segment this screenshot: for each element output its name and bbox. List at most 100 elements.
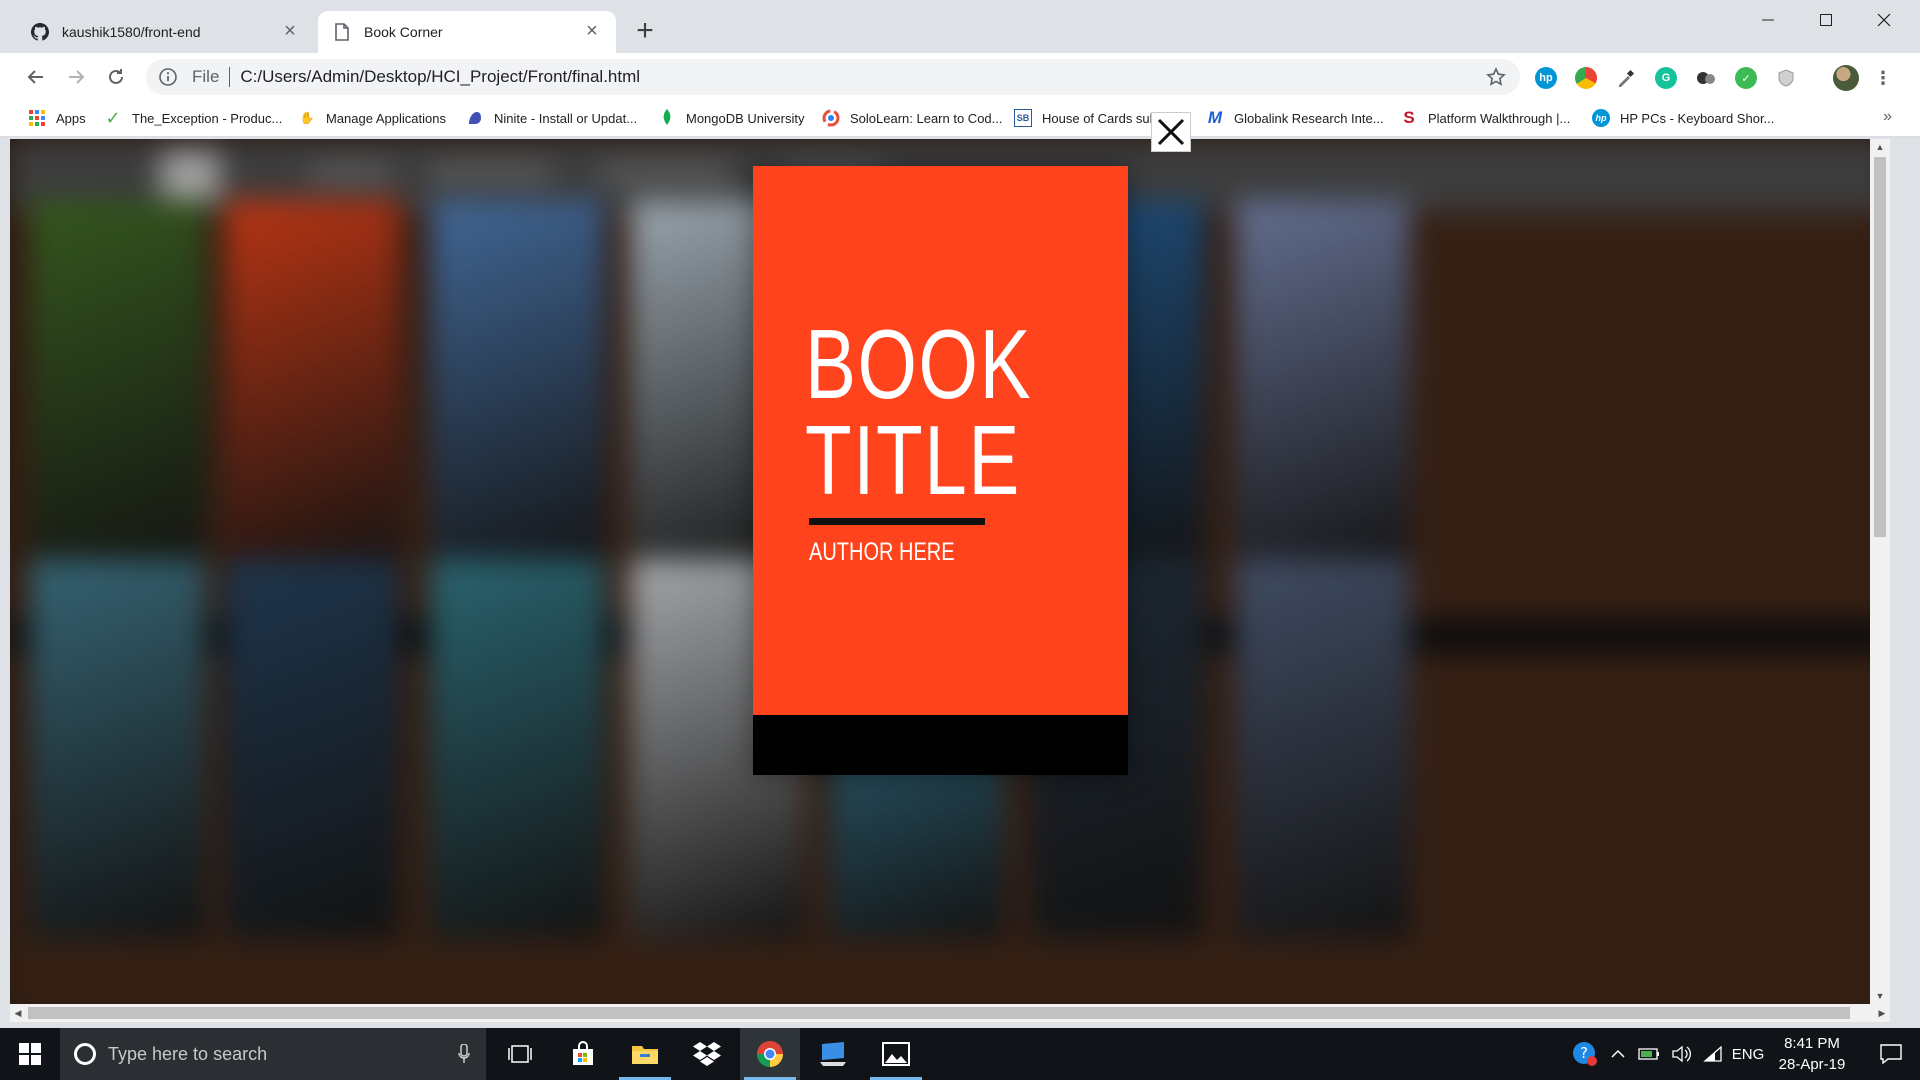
- windows-logo-icon: [19, 1043, 41, 1065]
- close-icon: [1157, 118, 1185, 146]
- scroll-left-arrow-icon[interactable]: ◀: [12, 1007, 24, 1019]
- bookmark-the-exception[interactable]: ✓ The_Exception - Produc...: [104, 107, 282, 129]
- windows-taskbar: Type here to search ? ENG 8:41 PM 28-Apr…: [0, 1028, 1920, 1080]
- bookmark-ninite[interactable]: Ninite - Install or Updat...: [466, 107, 637, 129]
- forward-button[interactable]: [60, 61, 92, 93]
- photos-icon: [882, 1042, 910, 1066]
- scrollbar-thumb[interactable]: [1874, 157, 1886, 537]
- show-hidden-icons-chevron-icon[interactable]: [1606, 1028, 1630, 1080]
- info-icon[interactable]: [158, 67, 178, 87]
- scroll-up-arrow-icon[interactable]: ▲: [1874, 141, 1886, 153]
- bookmark-mongodb[interactable]: MongoDB University: [658, 107, 805, 129]
- tab-strip: kaushik1580/front-end × Book Corner × +: [0, 0, 1920, 53]
- bookmark-manage-applications[interactable]: ✋ Manage Applications: [298, 107, 446, 129]
- bookmark-star-icon[interactable]: [1486, 67, 1506, 87]
- minimize-button[interactable]: [1740, 0, 1796, 40]
- hand-icon: ✋: [299, 111, 315, 125]
- book-title-underline: [809, 518, 985, 525]
- ninite-icon: [466, 109, 484, 127]
- wifi-icon[interactable]: [1698, 1028, 1728, 1080]
- hp-icon: hp: [1592, 109, 1610, 127]
- tab-book-corner[interactable]: Book Corner ×: [318, 11, 616, 53]
- sb-icon: SB: [1014, 109, 1032, 127]
- bookmark-globalink[interactable]: M Globalink Research Inte...: [1206, 107, 1384, 129]
- vertical-scrollbar[interactable]: ▲ ▼: [1870, 139, 1890, 1004]
- taskbar-store[interactable]: [553, 1028, 613, 1080]
- page-icon: [332, 22, 352, 42]
- notification-icon: [1880, 1044, 1902, 1064]
- browser-toolbar: File C:/Users/Admin/Desktop/HCI_Project/…: [0, 53, 1920, 100]
- taskbar-photos[interactable]: [866, 1028, 926, 1080]
- bookmark-apps[interactable]: Apps: [28, 107, 86, 129]
- bookmark-label: MongoDB University: [686, 110, 805, 126]
- cortana-icon: [74, 1043, 96, 1065]
- apps-grid-icon: [28, 109, 46, 127]
- url-text[interactable]: C:/Users/Admin/Desktop/HCI_Project/Front…: [240, 67, 640, 87]
- start-button[interactable]: [0, 1028, 60, 1080]
- shield-extension-icon[interactable]: [1775, 67, 1797, 89]
- leaf-icon: [658, 109, 676, 127]
- taskbar-file-explorer[interactable]: [615, 1028, 675, 1080]
- url-separator: [229, 67, 231, 87]
- bookmark-sololearn[interactable]: SoloLearn: Learn to Cod...: [822, 107, 1003, 129]
- m-icon: M: [1207, 108, 1223, 127]
- check-extension-icon[interactable]: ✓: [1735, 67, 1757, 89]
- checkmark-icon: ✓: [105, 107, 121, 128]
- scroll-down-arrow-icon[interactable]: ▼: [1874, 990, 1886, 1002]
- horizontal-scrollbar[interactable]: ◀ ▶: [10, 1004, 1890, 1022]
- tab-close-icon[interactable]: ×: [582, 21, 602, 42]
- maximize-button[interactable]: [1798, 0, 1854, 40]
- book-author: AUTHOR HERE: [809, 538, 955, 566]
- book-title-line: TITLE: [805, 405, 1021, 515]
- bookmarks-overflow-button[interactable]: »: [1883, 108, 1892, 126]
- modal-close-button[interactable]: [1151, 112, 1191, 152]
- taskbar-chrome[interactable]: [740, 1028, 800, 1080]
- back-button[interactable]: [20, 61, 52, 93]
- profile-avatar[interactable]: [1833, 65, 1859, 91]
- window-close-button[interactable]: [1856, 0, 1912, 40]
- taskbar-dropbox[interactable]: [677, 1028, 737, 1080]
- battery-icon[interactable]: [1634, 1028, 1664, 1080]
- file-explorer-icon: [632, 1046, 658, 1064]
- scroll-right-arrow-icon[interactable]: ▶: [1876, 1007, 1888, 1019]
- taskbar-remote-desktop[interactable]: [803, 1028, 863, 1080]
- book-title: BOOK TITLE: [805, 309, 1033, 515]
- browser-window: kaushik1580/front-end × Book Corner × +: [0, 0, 1920, 1028]
- language-indicator[interactable]: ENG: [1730, 1028, 1766, 1080]
- taskbar-clock[interactable]: 8:41 PM 28-Apr-19: [1770, 1033, 1854, 1075]
- clock-time: 8:41 PM: [1784, 1035, 1840, 1052]
- bookmark-hp-pcs[interactable]: hp HP PCs - Keyboard Shor...: [1592, 107, 1774, 129]
- github-icon: [30, 22, 50, 42]
- taskbar-search-box[interactable]: Type here to search: [60, 1028, 486, 1080]
- bookmark-label: Apps: [56, 110, 86, 126]
- scrollbar-thumb[interactable]: [28, 1007, 1850, 1019]
- bookmark-label: The_Exception - Produc...: [132, 110, 283, 126]
- task-view-icon: [508, 1045, 532, 1063]
- help-tray-icon[interactable]: ?: [1568, 1028, 1602, 1080]
- bookmark-platform-walkthrough[interactable]: S Platform Walkthrough |...: [1400, 107, 1570, 129]
- chrome-color-extension-icon[interactable]: [1575, 67, 1597, 89]
- eyedropper-extension-icon[interactable]: [1615, 67, 1637, 89]
- reload-button[interactable]: [100, 61, 132, 93]
- clock-date: 28-Apr-19: [1778, 1056, 1846, 1073]
- task-view-button[interactable]: [490, 1028, 550, 1080]
- action-center-button[interactable]: [1866, 1028, 1916, 1080]
- tab-close-icon[interactable]: ×: [280, 21, 300, 42]
- volume-icon[interactable]: [1666, 1028, 1696, 1080]
- book-cover-footer: [753, 715, 1128, 775]
- url-scheme: File: [192, 67, 220, 86]
- sololearn-icon: [822, 109, 840, 127]
- svg-text:?: ?: [1580, 1044, 1588, 1062]
- book-title-line: BOOK: [805, 309, 1033, 419]
- address-bar[interactable]: File C:/Users/Admin/Desktop/HCI_Project/…: [146, 59, 1520, 95]
- new-tab-button[interactable]: +: [630, 16, 660, 48]
- bookmark-label: Ninite - Install or Updat...: [494, 110, 638, 126]
- bookmark-label: Platform Walkthrough |...: [1428, 110, 1571, 126]
- microphone-icon[interactable]: [458, 1043, 470, 1064]
- tab-title: kaushik1580/front-end: [62, 24, 201, 40]
- circles-extension-icon[interactable]: [1695, 67, 1717, 89]
- grammarly-extension-icon[interactable]: G: [1655, 67, 1677, 89]
- hp-extension-icon[interactable]: hp: [1535, 67, 1557, 89]
- tab-github[interactable]: kaushik1580/front-end ×: [16, 11, 314, 53]
- menu-kebab-icon[interactable]: ⋮: [1872, 67, 1894, 89]
